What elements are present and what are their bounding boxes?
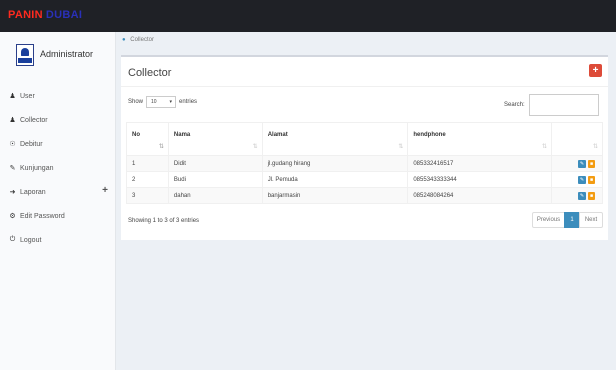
user-icon: ♟ bbox=[9, 93, 16, 100]
header-alamat[interactable]: Alamat ⇅ bbox=[261, 122, 409, 156]
breadcrumb-current: Collector bbox=[130, 37, 154, 43]
edit-button[interactable]: ✎ bbox=[578, 191, 586, 200]
pagination: Previous 1 Next bbox=[532, 212, 603, 228]
page-title: Collector bbox=[128, 67, 172, 79]
cell-actions: ✎ ■ bbox=[551, 187, 603, 204]
cell-no: 2 bbox=[126, 171, 169, 188]
search-label: Search: bbox=[504, 102, 525, 108]
sidebar-item-collector[interactable]: ♟ Collector bbox=[0, 108, 116, 132]
cell-alamat: banjarmasin bbox=[261, 187, 409, 204]
brand-logo[interactable]: PANIN DUBAI bbox=[8, 9, 82, 21]
sidebar-item-label: Edit Password bbox=[20, 212, 65, 220]
delete-button[interactable]: ■ bbox=[588, 191, 595, 200]
edit-icon: ✎ bbox=[9, 165, 16, 172]
table-row: 2 Budi Jl. Pemuda 0855343333344 ✎ ■ bbox=[126, 171, 603, 188]
cell-no: 3 bbox=[126, 187, 169, 204]
cell-hendphone: 085332416517 bbox=[407, 155, 553, 172]
sort-icon: ⇅ bbox=[252, 144, 258, 150]
cell-no: 1 bbox=[126, 155, 169, 172]
add-collector-button[interactable]: + bbox=[589, 64, 602, 77]
sidebar-item-label: Logout bbox=[20, 236, 42, 244]
sidebar-item-label: Kunjungan bbox=[20, 164, 54, 172]
sidebar-item-logout[interactable]: ⏻ Logout bbox=[0, 228, 116, 252]
table-row: 3 dahan banjarmasin 085248084264 ✎ ■ bbox=[126, 187, 603, 204]
sidebar-item-laporan[interactable]: ➜ Laporan + bbox=[0, 180, 116, 204]
sidebar-item-edit-password[interactable]: ⚙ Edit Password bbox=[0, 204, 116, 228]
brand-part-1: PANIN bbox=[8, 9, 43, 21]
entries-length-control: Show 10 ▾ entries bbox=[128, 96, 197, 108]
delete-button[interactable]: ■ bbox=[588, 159, 595, 168]
cell-actions: ✎ ■ bbox=[551, 155, 603, 172]
cell-nama: Budi bbox=[167, 171, 263, 188]
top-navbar: PANIN DUBAI bbox=[0, 0, 616, 32]
user-circle-icon: ☉ bbox=[9, 141, 16, 148]
sidebar-item-debitur[interactable]: ☉ Debitur bbox=[0, 132, 116, 156]
sort-asc-icon: ⇅ bbox=[158, 144, 164, 150]
sidebar-item-user[interactable]: ♟ User bbox=[0, 84, 116, 108]
cell-nama: Didit bbox=[167, 155, 263, 172]
cell-alamat: Jl. Pemuda bbox=[261, 171, 409, 188]
admin-logo-icon bbox=[16, 44, 34, 66]
length-show-label: Show bbox=[128, 99, 144, 105]
header-nama[interactable]: Nama ⇅ bbox=[167, 122, 263, 156]
header-no[interactable]: No ⇅ bbox=[126, 122, 169, 156]
cell-alamat: jl.gudang hirang bbox=[261, 155, 409, 172]
cogs-icon: ⚙ bbox=[9, 213, 16, 220]
collector-box: Collector + Show 10 ▾ entries Search: No… bbox=[121, 55, 608, 240]
sign-in-icon: ➜ bbox=[9, 189, 16, 196]
cell-actions: ✎ ■ bbox=[551, 171, 603, 188]
pagination-page-1[interactable]: 1 bbox=[564, 212, 580, 228]
sidebar-item-label: User bbox=[20, 92, 35, 100]
table-info: Showing 1 to 3 of 3 entries bbox=[128, 218, 200, 224]
admin-name: Administrator bbox=[40, 49, 94, 59]
search-input[interactable] bbox=[528, 94, 599, 116]
header-label: No bbox=[132, 132, 140, 138]
length-entries-label: entries bbox=[179, 99, 198, 105]
header-actions[interactable]: ⇅ bbox=[551, 122, 603, 156]
header-label: Alamat bbox=[267, 132, 288, 138]
sidebar-item-kunjungan[interactable]: ✎ Kunjungan bbox=[0, 156, 116, 180]
chevron-down-icon: ▾ bbox=[169, 99, 173, 105]
pagination-previous[interactable]: Previous bbox=[532, 212, 565, 228]
entries-select[interactable]: 10 ▾ bbox=[146, 96, 177, 108]
sort-icon: ⇅ bbox=[398, 144, 404, 150]
entries-select-value: 10 bbox=[151, 99, 157, 105]
sidebar-item-label: Laporan bbox=[20, 188, 46, 196]
users-icon: ♟ bbox=[9, 117, 16, 124]
sort-icon: ⇅ bbox=[592, 144, 598, 150]
sort-icon: ⇅ bbox=[542, 144, 548, 150]
delete-button[interactable]: ■ bbox=[588, 175, 595, 184]
home-icon[interactable]: ● bbox=[122, 37, 126, 43]
breadcrumb: ● Collector bbox=[122, 37, 154, 43]
header-label: Nama bbox=[173, 132, 191, 138]
header-hendphone[interactable]: hendphone ⇅ bbox=[407, 122, 553, 156]
sidebar-menu: ♟ User ♟ Collector ☉ Debitur ✎ Kunjungan… bbox=[0, 84, 116, 252]
sidebar-item-label: Collector bbox=[20, 116, 48, 124]
user-panel: Administrator bbox=[6, 42, 110, 70]
cell-hendphone: 0855343333344 bbox=[407, 171, 553, 188]
edit-button[interactable]: ✎ bbox=[578, 175, 586, 184]
table-row: 1 Didit jl.gudang hirang 085332416517 ✎ ■ bbox=[126, 155, 603, 172]
edit-button[interactable]: ✎ bbox=[578, 159, 586, 168]
table-header-row: No ⇅ Nama ⇅ Alamat ⇅ hendphone ⇅ ⇅ bbox=[126, 122, 603, 156]
box-divider bbox=[121, 86, 608, 87]
search-control: Search: bbox=[504, 94, 599, 116]
brand-part-2: DUBAI bbox=[45, 9, 83, 21]
cell-nama: dahan bbox=[167, 187, 263, 204]
expand-plus-icon[interactable]: + bbox=[102, 185, 108, 196]
collector-table: No ⇅ Nama ⇅ Alamat ⇅ hendphone ⇅ ⇅ 1 Didit j… bbox=[126, 122, 603, 204]
header-label: hendphone bbox=[413, 132, 446, 138]
sidebar: Administrator ♟ User ♟ Collector ☉ Debit… bbox=[0, 32, 116, 370]
pagination-next[interactable]: Next bbox=[579, 212, 603, 228]
cell-hendphone: 085248084264 bbox=[407, 187, 553, 204]
power-icon: ⏻ bbox=[9, 236, 16, 243]
sidebar-item-label: Debitur bbox=[20, 140, 43, 148]
